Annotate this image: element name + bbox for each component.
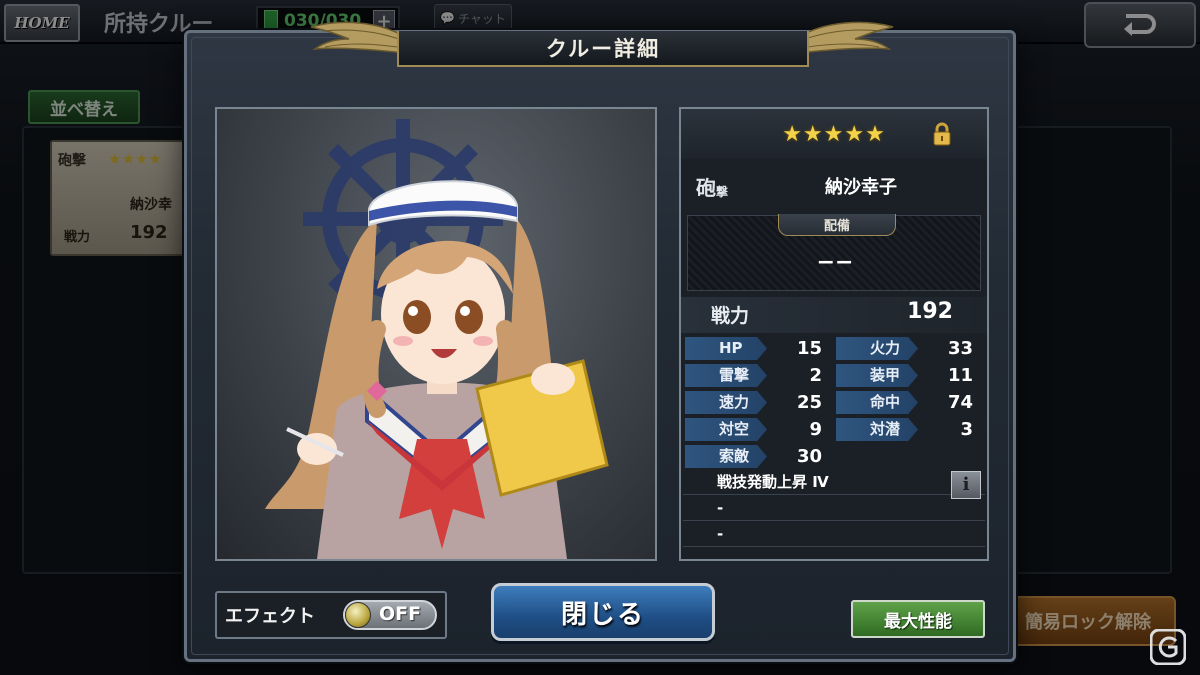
skill-name: - [717, 499, 724, 517]
effect-toggle-box: エフェクト OFF [215, 591, 447, 639]
stat-row: 対空 9 対潜 3 [683, 416, 985, 443]
equipment-value: −− [816, 250, 854, 275]
right-wing-ornament-icon [798, 21, 894, 54]
crew-portrait [215, 107, 657, 561]
stat-row: 索敵 30 [683, 443, 985, 470]
toggle-knob-icon [345, 602, 371, 628]
stat-row: 雷撃 2 装甲 11 [683, 362, 985, 389]
stat-value: 74 [947, 392, 973, 413]
stat-label: 速力 [685, 391, 767, 414]
stat-label: 雷撃 [685, 364, 767, 387]
lock-icon[interactable] [933, 122, 951, 146]
stat-torpedo: 雷撃 2 [683, 364, 834, 387]
power-value: 192 [907, 299, 953, 324]
stat-value: 15 [796, 338, 822, 359]
watermark-logo-icon [1150, 629, 1186, 665]
stat-label: 火力 [836, 337, 918, 360]
stat-speed: 速力 25 [683, 391, 834, 414]
stat-label: 索敵 [685, 445, 767, 468]
stat-value: 25 [796, 392, 822, 413]
stat-armor: 装甲 11 [834, 364, 985, 387]
power-label: 戦力 [711, 305, 750, 327]
crew-stats-panel: ★★★★★ 砲 撃 納沙幸子 配備 −− 戦力 192 HP 15 火力 33 … [679, 107, 989, 561]
rarity-row: ★★★★★ [681, 109, 987, 159]
power-row: 戦力 192 [681, 297, 987, 333]
class-badge-sub: 撃 [715, 184, 728, 199]
stat-label: 対空 [685, 418, 767, 441]
stat-value: 30 [796, 446, 822, 467]
stat-accuracy: 命中 74 [834, 391, 985, 414]
stat-search: 索敵 30 [683, 445, 834, 468]
skill-item: - [683, 521, 985, 547]
stat-grid: HP 15 火力 33 雷撃 2 装甲 11 速力 25 命中 74 対空 9 … [683, 335, 985, 470]
crew-name: 納沙幸子 [825, 177, 897, 198]
stat-anti-sub: 対潜 3 [834, 418, 985, 441]
modal-title: クルー詳細 [397, 31, 809, 67]
skill-list: 戦技発動上昇 Ⅳ i - - [683, 469, 985, 547]
skill-item: 戦技発動上昇 Ⅳ i [683, 469, 985, 499]
stat-label: 装甲 [836, 364, 918, 387]
stat-hp: HP 15 [683, 337, 834, 360]
stat-label: 対潜 [836, 418, 918, 441]
stat-value: 11 [947, 365, 973, 386]
crew-detail-modal: クルー詳細 ★★★★★ 砲 撃 納沙幸子 配備 −− 戦力 192 HP 15 … [184, 21, 1016, 662]
class-badge-main: 砲 [695, 175, 716, 200]
stat-label: 命中 [836, 391, 918, 414]
effect-label: エフェクト [225, 606, 315, 627]
skill-item: - [683, 495, 985, 521]
close-button[interactable]: 閉じる [491, 583, 715, 641]
stat-value: 33 [947, 338, 973, 359]
equipment-label: 配備 [778, 214, 896, 236]
skill-name: 戦技発動上昇 Ⅳ [717, 473, 829, 491]
stat-row: HP 15 火力 33 [683, 335, 985, 362]
equipment-box[interactable]: 配備 −− [687, 214, 981, 291]
stat-row: 速力 25 命中 74 [683, 389, 985, 416]
stat-firepower: 火力 33 [834, 337, 985, 360]
skill-name: - [717, 525, 724, 543]
stat-value: 3 [960, 419, 973, 440]
left-wing-ornament-icon [310, 21, 406, 54]
crew-character-illustration [265, 119, 609, 559]
class-badge: 砲 撃 [689, 165, 735, 207]
effect-state: OFF [379, 603, 422, 625]
stat-value: 2 [809, 365, 822, 386]
max-performance-button[interactable]: 最大性能 [851, 600, 985, 638]
stat-label: HP [685, 337, 767, 360]
stat-value: 9 [809, 419, 822, 440]
effect-toggle[interactable]: OFF [343, 600, 437, 630]
stat-anti-air: 対空 9 [683, 418, 834, 441]
name-row: 砲 撃 納沙幸子 [681, 161, 987, 211]
rarity-stars: ★★★★★ [782, 121, 886, 147]
